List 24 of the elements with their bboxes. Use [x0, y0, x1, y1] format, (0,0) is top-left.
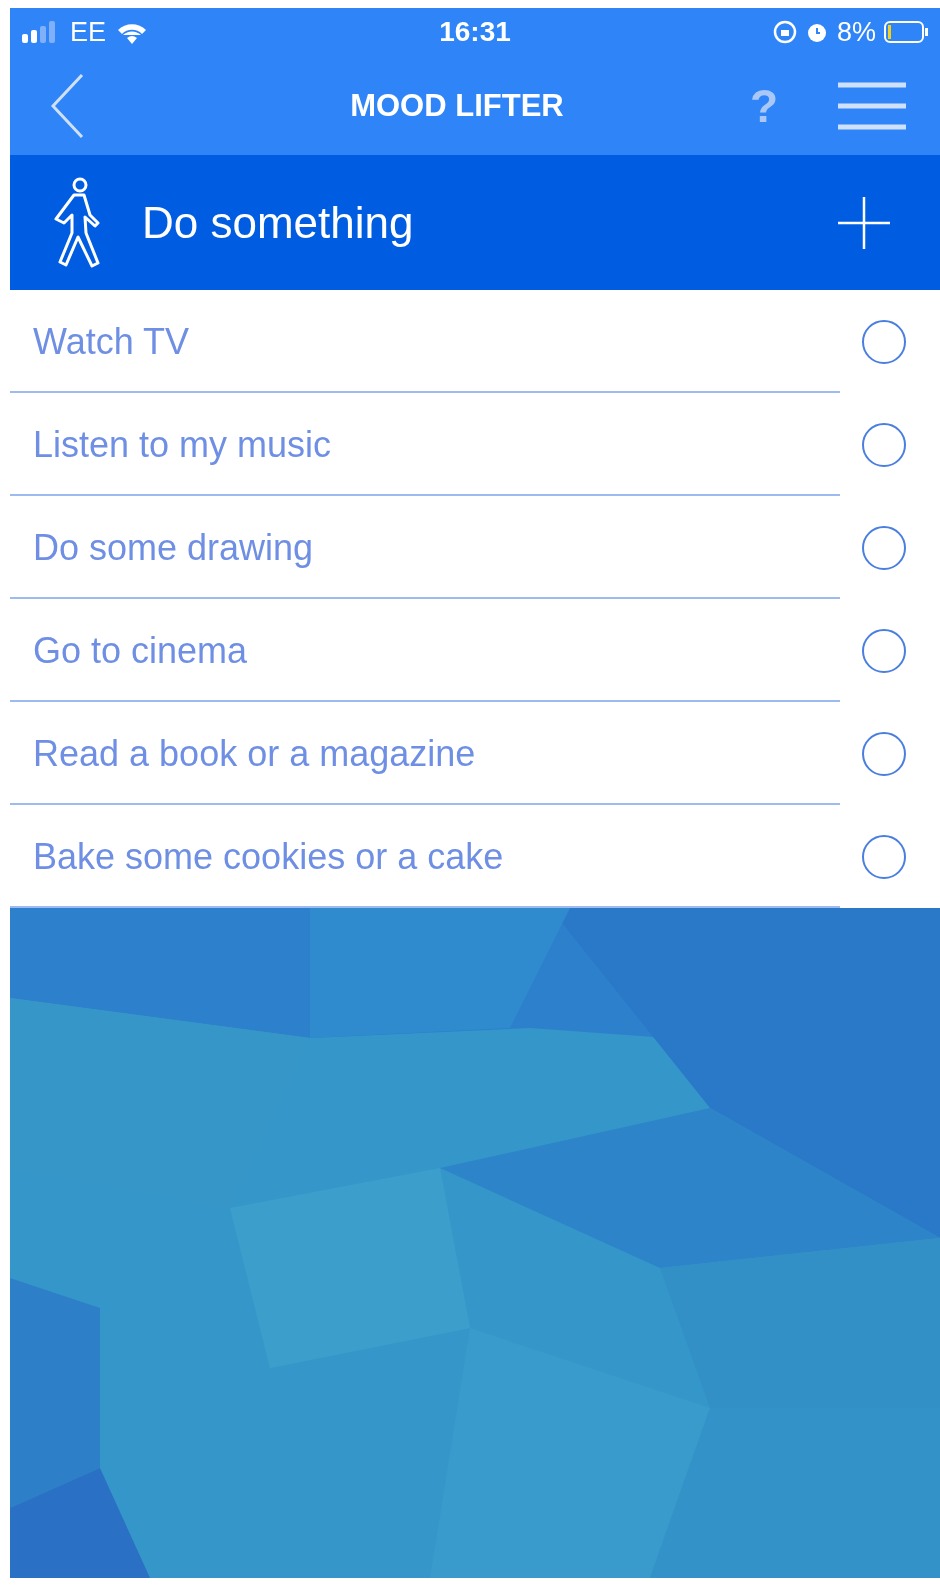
radio-button[interactable]	[862, 422, 906, 467]
activity-label: Do some drawing	[32, 526, 315, 569]
add-icon[interactable]	[838, 196, 890, 249]
radio-button[interactable]	[862, 628, 906, 673]
section-title: Do something	[142, 197, 415, 248]
clock-time: 16:31	[439, 16, 511, 48]
carrier-name: EE	[70, 16, 107, 48]
activity-label: Watch TV	[32, 320, 191, 363]
activity-label: Go to cinema	[32, 629, 249, 672]
screen-title: MOOD LIFTER	[349, 87, 565, 124]
radio-button[interactable]	[862, 319, 906, 364]
radio-button[interactable]	[862, 834, 906, 879]
activity-label: Bake some cookies or a cake	[32, 835, 505, 878]
back-button[interactable]	[50, 72, 84, 139]
battery-icon	[884, 21, 928, 43]
battery-percent: 8%	[836, 16, 876, 48]
menu-icon[interactable]	[838, 81, 906, 130]
rotation-lock-icon	[772, 20, 797, 44]
walking-person-icon	[52, 176, 100, 269]
activity-label: Read a book or a magazine	[32, 732, 477, 775]
radio-button[interactable]	[862, 525, 906, 570]
activity-label: Listen to my music	[32, 423, 333, 466]
radio-button[interactable]	[862, 731, 906, 776]
help-button[interactable]: ?	[749, 78, 778, 133]
